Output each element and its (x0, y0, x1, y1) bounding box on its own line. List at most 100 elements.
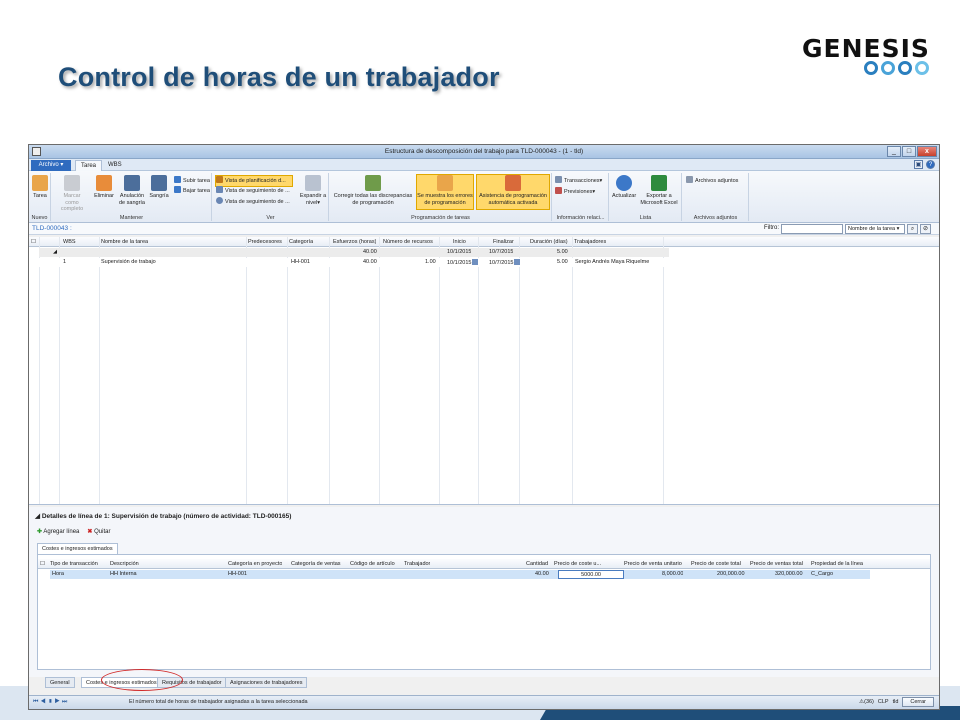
auto-schedule-icon (505, 175, 521, 191)
task-grid: ☐ WBS Nombre de la tarea Predecesores Ca… (29, 237, 939, 505)
group-info: Transacciones▾ Previsiones▾ Información … (553, 173, 609, 221)
col-wbs[interactable]: WBS (63, 239, 76, 245)
col-workers[interactable]: Trabajadores (574, 239, 606, 245)
maximize-button[interactable]: □ (902, 146, 916, 157)
indent-icon (151, 175, 167, 191)
gantt-icon (216, 176, 223, 183)
expand-icon (305, 175, 321, 191)
filter-field-select[interactable]: Nombre de la tarea ▾ (845, 224, 905, 234)
outdent-button[interactable]: Anulación de sangría (118, 175, 146, 206)
delete-icon (96, 175, 112, 191)
export-excel-button[interactable]: Exportar a Microsoft Excel (638, 175, 680, 206)
help-icon[interactable]: ? (926, 160, 935, 169)
outdent-icon (124, 175, 140, 191)
record-bar: TLD-000043 : Filtro: Nombre de la tarea … (29, 223, 939, 235)
show-errors-button[interactable]: Se muestra los errores de programación (416, 174, 474, 210)
tracking-icon (216, 186, 223, 193)
indent-button[interactable]: Sangría (148, 175, 170, 200)
group-mantener: Marcar como completo Eliminar Anulación … (52, 173, 212, 221)
collapse-icon[interactable]: ◢ (53, 249, 57, 255)
filter-search-button[interactable]: ⌕ (907, 224, 918, 234)
tab-tarea[interactable]: Tarea (75, 160, 103, 171)
new-task-button[interactable]: Tarea (31, 175, 49, 200)
currency-indicator[interactable]: CLP (878, 699, 889, 705)
move-up-button[interactable]: Subir tarea (174, 176, 210, 186)
transactions-icon (555, 176, 562, 183)
group-nuevo: Tarea Nuevo (29, 173, 51, 221)
tab-wbs[interactable]: WBS (103, 160, 127, 171)
forecast-icon (555, 187, 562, 194)
genesis-logo: GENESIS (802, 34, 932, 82)
unit-cost-input[interactable]: 5000.00 (558, 570, 624, 579)
mark-complete-button[interactable]: Marcar como completo (56, 175, 88, 213)
tab-estimated-costs[interactable]: Costes e ingresos estimados (37, 543, 118, 554)
record-navigation[interactable]: ⏮◀▮▶⏭ (33, 699, 69, 706)
col-resources[interactable]: Número de recursos (383, 239, 433, 245)
record-id[interactable]: TLD-000043 : (32, 225, 72, 232)
status-bar: ⏮◀▮▶⏭ El número total de horas de trabaj… (29, 695, 939, 709)
col-duration[interactable]: Duración (días) (530, 239, 568, 245)
add-icon: ✚ (37, 529, 43, 535)
transactions-button[interactable]: Transacciones▾ (555, 176, 602, 186)
delete-button[interactable]: Eliminar (92, 175, 116, 200)
tab-archivo[interactable]: Archivo ▾ (31, 160, 71, 171)
window-titlebar: Estructura de descomposición del trabajo… (29, 145, 939, 159)
remove-line-button[interactable]: ✖ Quitar (87, 528, 110, 535)
select-all-checkbox[interactable]: ☐ (31, 239, 36, 245)
filter-clear-button[interactable]: ⊘ (920, 224, 931, 234)
arrow-down-icon (174, 186, 181, 193)
group-ver: Vista de planificación d... Vista de seg… (213, 173, 329, 221)
details-title[interactable]: ◢ Detalles de línea de 1: Supervisión de… (35, 512, 291, 520)
refresh-icon (616, 175, 632, 191)
company-indicator[interactable]: tld (893, 699, 899, 705)
table-row[interactable]: 1 Supervisión de trabajo HH-001 40.00 1.… (39, 258, 669, 267)
cost-grid: ☐ Tipo de transacción Descripción Catego… (37, 554, 931, 670)
tab-general[interactable]: General (45, 677, 75, 688)
auto-schedule-button[interactable]: Asistencia de programación automática ac… (476, 174, 550, 210)
select-all-checkbox[interactable]: ☐ (40, 561, 45, 567)
close-button[interactable]: x (917, 146, 937, 157)
attachments-button[interactable]: Archivos adjuntos (686, 176, 738, 186)
col-category[interactable]: Categoría (289, 239, 313, 245)
minimize-button[interactable]: _ (887, 146, 901, 157)
table-row[interactable]: ◢ 40.00 10/1/2015 10/7/2015 5.00 (39, 248, 669, 257)
mark-complete-icon (64, 175, 80, 191)
ring-icon (864, 61, 878, 75)
slide-title: Control de horas de un trabajador (58, 62, 500, 92)
line-details-panel: ◢ Detalles de línea de 1: Supervisión de… (29, 507, 939, 677)
table-row[interactable]: Hora HH Interna HH-001 40.00 5000.00 8,0… (50, 570, 870, 579)
fix-discrepancies-button[interactable]: Corregir todas las discrepancias de prog… (332, 175, 414, 206)
col-task-name[interactable]: Nombre de la tarea (101, 239, 148, 245)
window-layout-icon[interactable]: ▣ (914, 160, 923, 169)
presentation-slide: Control de horas de un trabajador GENESI… (0, 0, 960, 720)
ring-icon (898, 61, 912, 75)
add-line-button[interactable]: ✚ Agregar línea (37, 528, 79, 535)
col-effort[interactable]: Esfuerzos (horas) (333, 239, 376, 245)
col-end[interactable]: Finalizar (493, 239, 514, 245)
logo-text: GENESIS (802, 34, 930, 63)
expand-level-button[interactable]: Expandir a nivel▾ (299, 175, 327, 206)
forecasts-button[interactable]: Previsiones▾ (555, 187, 595, 197)
alerts-indicator[interactable]: ⚠(36) (859, 699, 874, 705)
ring-icon (881, 61, 895, 75)
move-down-button[interactable]: Bajar tarea (174, 186, 210, 196)
excel-icon (651, 175, 667, 191)
tracking-view-button[interactable]: Vista de seguimiento de ... (216, 186, 290, 196)
group-lista: Actualizar Exportar a Microsoft Excel Li… (610, 173, 682, 221)
col-start[interactable]: Inicio (453, 239, 466, 245)
tab-asignaciones[interactable]: Asignaciones de trabajadores (225, 677, 308, 688)
errors-icon (437, 175, 453, 191)
col-predecessors[interactable]: Predecesores (248, 239, 282, 245)
filter-label: Filtro: (764, 225, 779, 231)
calendar-icon[interactable] (514, 259, 521, 265)
fix-schedule-icon (365, 175, 381, 191)
calendar-icon[interactable] (472, 259, 479, 265)
tracking-view2-button[interactable]: Vista de seguimiento de ... (216, 197, 290, 207)
new-task-icon (32, 175, 48, 191)
close-form-button[interactable]: Cerrar (902, 697, 934, 707)
refresh-button[interactable]: Actualizar (612, 175, 636, 200)
clock-icon (216, 197, 223, 204)
ribbon: Tarea Nuevo Marcar como completo Elimina… (29, 171, 939, 223)
attachment-icon (686, 176, 693, 183)
filter-input[interactable] (781, 224, 843, 234)
